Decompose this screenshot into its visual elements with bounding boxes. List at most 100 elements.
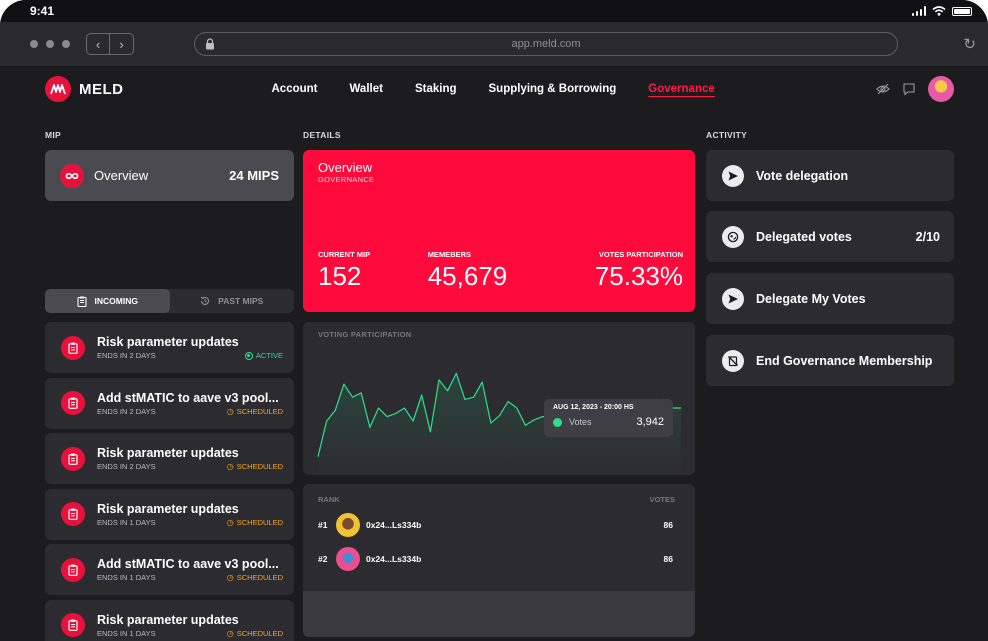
- signal-icon: [911, 6, 926, 16]
- nav-supplying-borrowing[interactable]: Supplying & Borrowing: [489, 83, 617, 95]
- nav-staking[interactable]: Staking: [415, 83, 457, 95]
- send-icon: [722, 164, 744, 187]
- top-nav: Account Wallet Staking Supplying & Borro…: [272, 83, 715, 95]
- mip-status-label: ACTIVE: [255, 351, 283, 360]
- voter-avatar: [336, 513, 360, 537]
- user-avatar[interactable]: [928, 76, 954, 102]
- mip-ends: ENDS IN 1 DAYS: [97, 517, 156, 527]
- tab-incoming-label: INCOMING: [94, 296, 138, 306]
- mip-list-item[interactable]: Risk parameter updates ENDS IN 2 DAYS ◷ SCH…: [45, 433, 294, 484]
- forward-button[interactable]: ›: [110, 33, 134, 55]
- tooltip-value: 3,942: [636, 416, 664, 428]
- mip-ends: ENDS IN 2 DAYS: [97, 406, 156, 416]
- mip-list-item[interactable]: Risk parameter updates ENDS IN 2 DAYS ACTI…: [45, 322, 294, 373]
- voter-address: 0x24...Ls334b: [366, 520, 422, 530]
- tab-past-mips-label: PAST MIPS: [218, 296, 264, 306]
- mip-count: 24 MIPS: [229, 168, 279, 183]
- url-bar[interactable]: app.meld.com: [194, 32, 898, 56]
- reload-icon[interactable]: ↻: [963, 35, 976, 53]
- rank-row[interactable]: #1 0x24...Ls334b 86: [318, 512, 673, 538]
- end-governance-membership-button[interactable]: End Governance Membership: [706, 335, 954, 386]
- proposal-icon: [61, 613, 85, 637]
- meld-logo-icon: [45, 76, 71, 102]
- tab-incoming[interactable]: INCOMING: [45, 289, 170, 313]
- mip-title: Risk parameter updates: [97, 446, 239, 460]
- delegate-icon: [722, 225, 744, 248]
- voter-avatar: [336, 547, 360, 571]
- mip-text: Risk parameter updates ENDS IN 2 DAYS ACTI…: [97, 335, 283, 360]
- mip-status-label: SCHEDULED: [236, 573, 283, 582]
- mip-list-item[interactable]: Add stMATIC to aave v3 pool... ENDS IN 2 …: [45, 377, 294, 429]
- activity-section-label: ACTIVITY: [706, 130, 748, 140]
- mip-section-label: MIP: [45, 130, 62, 140]
- vote-delegation-button[interactable]: Vote delegation: [706, 150, 954, 201]
- details-section-label: DETAILS: [303, 130, 341, 140]
- mip-text: Risk parameter updates ENDS IN 1 DAYS ◷ SCH…: [97, 613, 283, 638]
- back-button[interactable]: ‹: [86, 33, 110, 55]
- mip-text: Risk parameter updates ENDS IN 1 DAYS ◷ SCH…: [97, 502, 283, 527]
- tablet-frame: 9:41 ‹ › app.meld.com ↻ MELD Account Wal…: [0, 0, 988, 641]
- mip-list: Risk parameter updates ENDS IN 2 DAYS ACTI…: [45, 322, 294, 641]
- mip-title: Add stMATIC to aave v3 pool...: [97, 557, 279, 571]
- end-membership-icon: [722, 349, 744, 372]
- mip-status-label: SCHEDULED: [236, 406, 283, 416]
- proposal-icon: [61, 391, 85, 415]
- nav-account[interactable]: Account: [272, 83, 318, 95]
- lock-icon: [206, 38, 214, 50]
- proposal-icon: [61, 446, 85, 471]
- delegated-votes-button[interactable]: Delegated votes 2/10: [706, 211, 954, 262]
- hide-balance-icon[interactable]: [876, 82, 890, 96]
- voter-address: 0x24...Ls334b: [366, 554, 422, 564]
- activity-label: Vote delegation: [756, 168, 849, 183]
- rank-number: #1: [318, 520, 328, 530]
- send-icon: [722, 287, 744, 310]
- url-text: app.meld.com: [511, 38, 581, 50]
- clock-icon: ◷: [226, 628, 234, 638]
- mip-ends: ENDS IN 2 DAYS: [97, 462, 156, 471]
- stat-label: VOTES PARTICIPATION: [598, 250, 683, 259]
- mip-ends: ENDS IN 1 DAYS: [97, 628, 156, 638]
- votes-column-header: VOTES: [649, 495, 675, 504]
- chat-icon[interactable]: [902, 82, 916, 96]
- infinity-icon: [60, 163, 84, 188]
- mip-status: ◷ SCHEDULED: [227, 518, 283, 527]
- rank-column-header: RANK: [318, 495, 340, 504]
- proposal-icon: [61, 557, 85, 582]
- mip-status: ◷ SCHEDULED: [227, 462, 283, 471]
- details-overview-card: Overview GOVERNANCE CURRENT MIP 152 MEME…: [303, 150, 695, 312]
- app-header: MELD Account Wallet Staking Supplying & …: [0, 66, 988, 112]
- tooltip-row: Votes 3,942: [553, 416, 664, 428]
- stat-value: 45,679: [427, 261, 508, 291]
- rank-header: RANK VOTES: [318, 495, 675, 504]
- delegate-my-votes-button[interactable]: Delegate My Votes: [706, 273, 954, 324]
- logo[interactable]: MELD: [45, 76, 124, 102]
- stat-value: 152: [318, 261, 362, 291]
- nav-governance[interactable]: Governance: [648, 83, 714, 95]
- delegated-votes-count: 2/10: [915, 229, 940, 244]
- mip-overview-card[interactable]: Overview 24 MIPS: [45, 150, 294, 201]
- mip-status: ACTIVE: [244, 351, 283, 360]
- mip-status: ◷ SCHEDULED: [227, 629, 283, 638]
- proposal-icon: [61, 335, 85, 360]
- voting-participation-card: VOTING PARTICIPATION AUG 12, 2023 - 20:0…: [303, 322, 695, 475]
- proposal-icon: [61, 502, 85, 526]
- mip-meta: ENDS IN 2 DAYS ACTIVE: [97, 351, 283, 360]
- active-status-icon: [244, 351, 253, 360]
- mip-list-item[interactable]: Risk parameter updates ENDS IN 1 DAYS ◷ SCH…: [45, 488, 294, 540]
- mip-list-item[interactable]: Add stMATIC to aave v3 pool... ENDS IN 1 …: [45, 544, 294, 595]
- stat-current-mip: CURRENT MIP 152: [318, 250, 370, 292]
- window-controls[interactable]: [30, 40, 70, 48]
- mip-title: Risk parameter updates: [97, 501, 239, 516]
- stat-votes-participation: VOTES PARTICIPATION 75.33%: [595, 250, 683, 292]
- mip-list-item[interactable]: Risk parameter updates ENDS IN 1 DAYS ◷ SCH…: [45, 599, 294, 641]
- voter-votes: 86: [663, 520, 673, 530]
- rank-row[interactable]: #2 0x24...Ls334b 86: [318, 546, 673, 572]
- details-title: Overview: [318, 160, 373, 175]
- header-actions: [876, 76, 954, 102]
- mip-meta: ENDS IN 1 DAYS ◷ SCHEDULED: [97, 573, 283, 582]
- clock-icon: ◷: [226, 462, 234, 471]
- history-icon: [200, 296, 210, 305]
- tab-past-mips[interactable]: PAST MIPS: [170, 289, 295, 313]
- nav-wallet[interactable]: Wallet: [350, 83, 383, 95]
- status-icons: [911, 6, 972, 16]
